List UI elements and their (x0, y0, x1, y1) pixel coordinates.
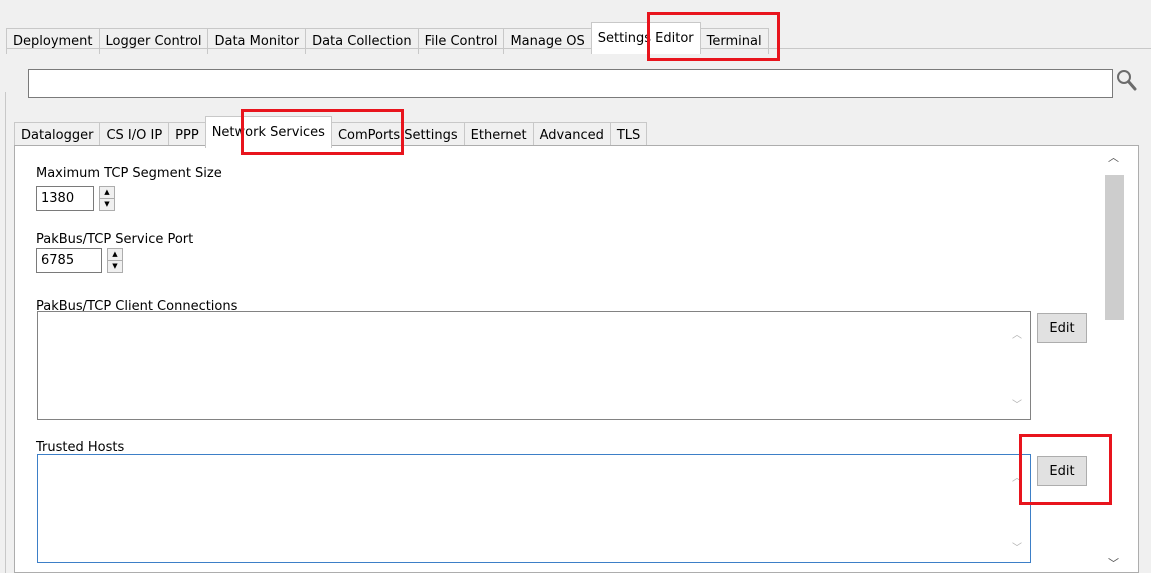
subtab-network-services[interactable]: Network Services (204, 116, 332, 148)
settings-sub-tab-bar: Datalogger CS I/O IP PPP Network Services Co… (14, 116, 648, 148)
client-connections-list[interactable]: ︿ ﹀ (37, 311, 1031, 420)
chevron-down-icon[interactable]: ﹀ (1012, 539, 1022, 554)
spin-down-icon[interactable]: ▼ (100, 199, 114, 210)
tab-data-collection[interactable]: Data Collection (305, 28, 419, 54)
tab-logger-control[interactable]: Logger Control (98, 28, 209, 54)
search-input[interactable] (28, 69, 1113, 98)
panel-scrollbar[interactable]: ︿ ﹀ (1101, 145, 1128, 573)
tab-data-monitor[interactable]: Data Monitor (207, 28, 307, 54)
frame-border (5, 92, 6, 573)
tcp-segment-spinner: ▲ ▼ (36, 186, 115, 211)
main-tab-divider (6, 48, 1151, 49)
tab-terminal[interactable]: Terminal (699, 28, 769, 54)
scroll-down-icon[interactable]: ﹀ (1108, 555, 1119, 571)
network-services-panel: Maximum TCP Segment Size ▲ ▼ PakBus/TCP … (14, 145, 1139, 573)
chevron-up-icon[interactable]: ︿ (1012, 326, 1022, 341)
search-button[interactable] (1113, 66, 1141, 96)
pakbus-port-label: PakBus/TCP Service Port (36, 232, 194, 247)
spin-up-icon[interactable]: ▲ (108, 249, 122, 261)
tab-settings-editor[interactable]: Settings Editor (590, 22, 701, 54)
tcp-segment-label: Maximum TCP Segment Size (36, 166, 222, 181)
trusted-hosts-edit-button[interactable]: Edit (1037, 456, 1087, 486)
tab-file-control[interactable]: File Control (417, 28, 505, 54)
tab-deployment[interactable]: Deployment (6, 28, 100, 54)
scroll-up-icon[interactable]: ︿ (1108, 149, 1119, 165)
tab-manage-os[interactable]: Manage OS (503, 28, 592, 54)
spin-up-icon[interactable]: ▲ (100, 187, 114, 199)
spin-down-icon[interactable]: ▼ (108, 261, 122, 272)
pakbus-port-input[interactable] (36, 248, 102, 273)
chevron-down-icon[interactable]: ﹀ (1012, 396, 1022, 411)
trusted-hosts-list[interactable]: ︿ ﹀ (37, 454, 1031, 563)
main-tab-bar: Deployment Logger Control Data Monitor Data… (6, 22, 769, 54)
magnifier-icon (1117, 70, 1137, 91)
pakbus-port-spinner: ▲ ▼ (36, 248, 123, 273)
client-connections-edit-button[interactable]: Edit (1037, 313, 1087, 343)
chevron-up-icon[interactable]: ︿ (1012, 469, 1022, 484)
trusted-hosts-label: Trusted Hosts (36, 440, 125, 455)
scroll-thumb[interactable] (1105, 175, 1124, 320)
tcp-segment-stepper[interactable]: ▲ ▼ (99, 186, 115, 211)
tcp-segment-input[interactable] (36, 186, 94, 211)
pakbus-port-stepper[interactable]: ▲ ▼ (107, 248, 123, 273)
